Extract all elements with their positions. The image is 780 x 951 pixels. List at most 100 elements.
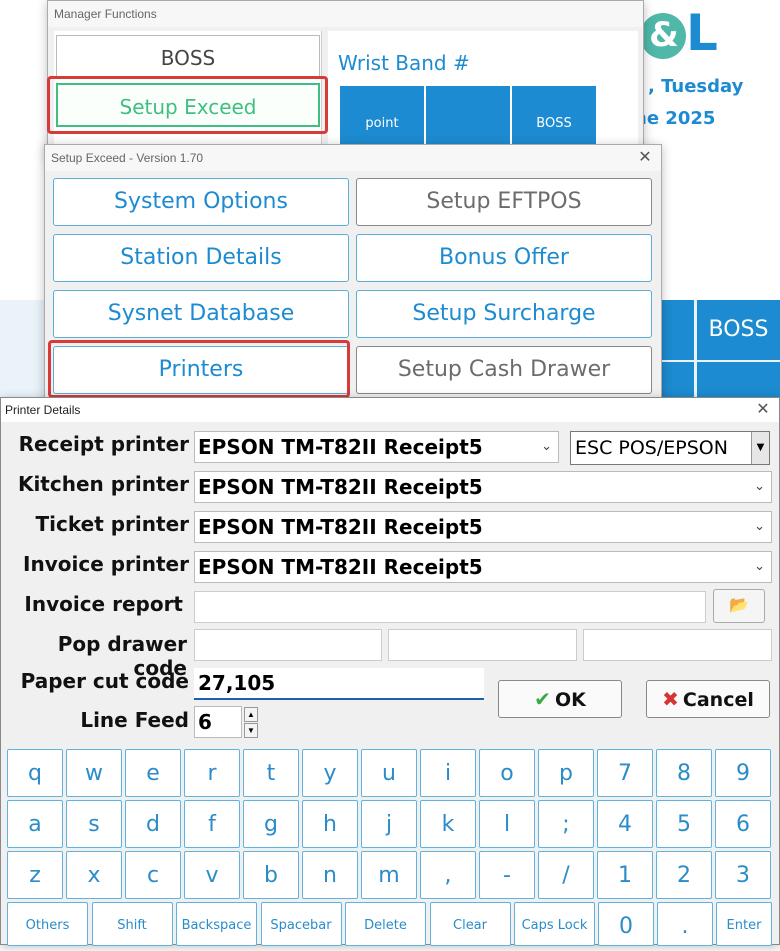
key-2-12[interactable]: 5 (656, 800, 712, 848)
paper-cut-code-field[interactable]: 27,105 (194, 668, 484, 700)
spin-down-icon[interactable]: ▼ (244, 723, 258, 738)
pop-drawer-code-field-1[interactable] (194, 629, 382, 661)
key-4-9[interactable]: . (657, 902, 713, 946)
chevron-down-icon: ⌄ (541, 439, 552, 454)
key-4-5[interactable]: Delete (345, 902, 426, 946)
window-title: Setup Exceed - Version 1.70 ✕ (45, 145, 661, 171)
key-2-3[interactable]: d (125, 800, 181, 848)
bonus-offer-button[interactable]: Bonus Offer (356, 234, 652, 282)
ticket-printer-value: EPSON TM-T82II Receipt5 (198, 515, 483, 539)
key-4-7[interactable]: Caps Lock (514, 902, 595, 946)
key-1-5[interactable]: t (243, 749, 299, 797)
key-1-11[interactable]: 7 (597, 749, 653, 797)
key-3-6[interactable]: n (302, 851, 358, 899)
receipt-printer-select[interactable]: EPSON TM-T82II Receipt5 ⌄ (194, 431, 559, 463)
close-icon[interactable]: ✕ (755, 398, 771, 422)
key-1-4[interactable]: r (184, 749, 240, 797)
key-4-2[interactable]: Shift (91, 902, 173, 946)
key-3-12[interactable]: 2 (656, 851, 712, 899)
spin-up-icon[interactable]: ▲ (244, 707, 258, 722)
window-title-text: Printer Details (5, 403, 81, 417)
dropdown-arrow-icon[interactable]: ▼ (751, 432, 769, 464)
pop-drawer-code-field-3[interactable] (583, 629, 772, 661)
chevron-down-icon: ⌄ (754, 559, 765, 574)
logo-amp: & (640, 13, 686, 59)
key-1-12[interactable]: 8 (656, 749, 712, 797)
background-tile-boss[interactable]: BOSS (697, 300, 780, 360)
pop-drawer-code-field-2[interactable] (388, 629, 577, 661)
key-1-2[interactable]: w (66, 749, 122, 797)
key-4-3[interactable]: Backspace (176, 902, 257, 946)
invoice-report-label: Invoice report (24, 592, 183, 616)
key-2-5[interactable]: g (243, 800, 299, 848)
key-2-9[interactable]: l (479, 800, 535, 848)
sysnet-database-button[interactable]: Sysnet Database (53, 290, 349, 338)
key-2-6[interactable]: h (302, 800, 358, 848)
station-details-button[interactable]: Station Details (53, 234, 349, 282)
key-4-1[interactable]: Others (7, 902, 88, 946)
key-3-4[interactable]: v (184, 851, 240, 899)
close-icon[interactable]: ✕ (637, 145, 653, 171)
background-tile (697, 362, 780, 400)
ok-button[interactable]: ✔ OK (498, 680, 622, 718)
key-3-13[interactable]: 3 (715, 851, 771, 899)
key-2-13[interactable]: 6 (715, 800, 771, 848)
ok-label: OK (554, 689, 586, 711)
key-1-3[interactable]: e (125, 749, 181, 797)
key-3-2[interactable]: x (66, 851, 122, 899)
ticket-printer-label: Ticket printer (35, 512, 189, 536)
key-4-4[interactable]: Spacebar (260, 902, 342, 946)
invoice-printer-select[interactable]: EPSON TM-T82II Receipt5 ⌄ (194, 551, 772, 583)
key-2-7[interactable]: j (361, 800, 417, 848)
key-3-8[interactable]: , (420, 851, 476, 899)
checkmark-icon: ✔ (534, 687, 551, 711)
window-title-text: Setup Exceed - Version 1.70 (51, 151, 204, 165)
key-3-10[interactable]: / (538, 851, 594, 899)
brand-logo: & L (640, 4, 718, 62)
key-1-7[interactable]: u (361, 749, 417, 797)
date-line-2: ne 2025 (634, 108, 716, 129)
key-1-6[interactable]: y (302, 749, 358, 797)
key-2-2[interactable]: s (66, 800, 122, 848)
system-options-button[interactable]: System Options (53, 178, 349, 226)
cancel-button[interactable]: ✖ Cancel (646, 680, 770, 718)
invoice-report-field[interactable] (194, 591, 706, 623)
key-3-1[interactable]: z (7, 851, 63, 899)
browse-folder-button[interactable]: 📂 (713, 589, 765, 623)
key-1-13[interactable]: 9 (715, 749, 771, 797)
kitchen-printer-select[interactable]: EPSON TM-T82II Receipt5 ⌄ (194, 471, 772, 503)
key-2-11[interactable]: 4 (597, 800, 653, 848)
kitchen-printer-value: EPSON TM-T82II Receipt5 (198, 475, 483, 499)
key-2-1[interactable]: a (7, 800, 63, 848)
paper-cut-code-label: Paper cut code (20, 669, 189, 693)
key-1-9[interactable]: o (479, 749, 535, 797)
boss-button[interactable]: BOSS (56, 35, 320, 79)
chevron-down-icon: ⌄ (754, 479, 765, 494)
setup-eftpos-button[interactable]: Setup EFTPOS (356, 178, 652, 226)
date-line-1: , Tuesday (648, 76, 744, 97)
printer-protocol-select[interactable]: ESC POS/EPSON ▼ (570, 431, 770, 465)
key-4-10[interactable]: Enter (716, 902, 772, 946)
key-3-7[interactable]: m (361, 851, 417, 899)
line-feed-field[interactable]: 6 (194, 706, 242, 738)
highlight-box (47, 76, 328, 134)
key-3-9[interactable]: - (479, 851, 535, 899)
key-3-11[interactable]: 1 (597, 851, 653, 899)
setup-surcharge-button[interactable]: Setup Surcharge (356, 290, 652, 338)
window-title: Manager Functions (48, 1, 643, 27)
key-2-4[interactable]: f (184, 800, 240, 848)
key-2-10[interactable]: ; (538, 800, 594, 848)
key-1-8[interactable]: i (420, 749, 476, 797)
key-3-3[interactable]: c (125, 851, 181, 899)
key-1-10[interactable]: p (538, 749, 594, 797)
setup-cash-drawer-button[interactable]: Setup Cash Drawer (356, 346, 652, 394)
ticket-printer-select[interactable]: EPSON TM-T82II Receipt5 ⌄ (194, 511, 772, 543)
key-4-6[interactable]: Clear (429, 902, 511, 946)
key-2-8[interactable]: k (420, 800, 476, 848)
key-3-5[interactable]: b (243, 851, 299, 899)
printer-details-window: Printer Details ✕ Receipt printer EPSON … (0, 397, 780, 946)
manager-right-panel: Wrist Band # point BOSS (328, 31, 638, 156)
key-1-1[interactable]: q (7, 749, 63, 797)
line-feed-label: Line Feed (80, 708, 189, 732)
key-4-8[interactable]: 0 (598, 902, 654, 946)
